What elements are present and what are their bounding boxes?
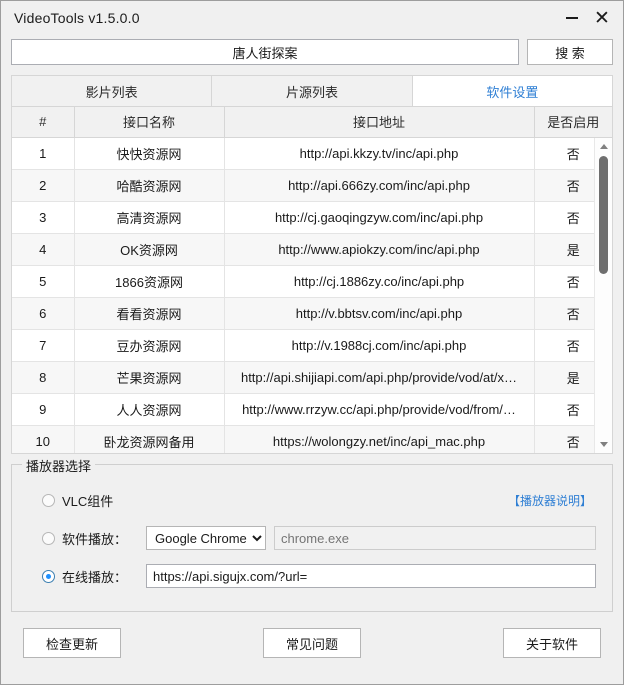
row-url: http://v.bbtsv.com/inc/api.php [224,297,535,330]
row-url: http://www.apiokzy.com/inc/api.php [224,233,535,266]
table-row[interactable]: 1 快快资源网 http://api.kkzy.tv/inc/api.php 否 [12,137,612,170]
faq-button[interactable]: 常见问题 [263,628,361,658]
row-name: 1866资源网 [74,265,225,298]
scrollbar-track[interactable] [595,155,612,436]
row-index: 9 [12,393,75,426]
row-url: http://cj.gaoqingzyw.com/inc/api.php [224,201,535,234]
table-row[interactable]: 4 OK资源网 http://www.apiokzy.com/inc/api.php… [12,233,612,266]
about-button[interactable]: 关于软件 [503,628,601,658]
title-bar: VideoTools v1.5.0.0 ✕ [1,1,623,35]
row-url: http://www.rrzyw.cc/api.php/provide/vod/… [224,393,535,426]
api-table: # 接口名称 接口地址 是否启用 1 快快资源网 http://api.kkzy.t… [11,107,613,454]
option-row-vlc: VLC组件 【播放器说明】 [26,481,598,519]
row-name: 看看资源网 [74,297,225,330]
table-row[interactable]: 6 看看资源网 http://v.bbtsv.com/inc/api.php 否 [12,297,612,330]
api-table-body: 1 快快资源网 http://api.kkzy.tv/inc/api.php 否 2 哈酷… [12,137,612,453]
row-url: https://wolongzy.net/inc/api_mac.php [224,425,535,453]
radio-software-player[interactable] [42,531,55,545]
row-url: http://cj.1886zy.co/inc/api.php [224,265,535,298]
player-help-link[interactable]: 【播放器说明】 [508,492,592,509]
api-table-header: # 接口名称 接口地址 是否启用 [12,107,612,138]
row-index: 5 [12,265,75,298]
tab-movie-list[interactable]: 影片列表 [12,76,213,106]
close-button[interactable]: ✕ [587,4,617,32]
radio-label-online-player[interactable]: 在线播放： [62,567,138,586]
row-url: http://api.kkzy.tv/inc/api.php [224,137,535,170]
table-row[interactable]: 2 哈酷资源网 http://api.666zy.com/inc/api.php 否 [12,169,612,202]
scroll-down-arrow-icon[interactable] [595,436,612,453]
scroll-up-arrow-icon[interactable] [595,138,612,155]
table-row[interactable]: 7 豆办资源网 http://v.1988cj.com/inc/api.php 否 [12,329,612,362]
minimize-icon [566,17,578,19]
minimize-button[interactable] [557,4,587,32]
row-index: 4 [12,233,75,266]
online-url-input[interactable] [146,564,596,588]
column-header-enabled[interactable]: 是否启用 [534,107,612,138]
radio-label-software-player[interactable]: 软件播放： [62,529,138,548]
row-url: http://v.1988cj.com/inc/api.php [224,329,535,362]
tab-settings[interactable]: 软件设置 [412,76,612,106]
row-url: http://api.shijiapi.com/api.php/provide/… [224,361,535,394]
option-row-software: 软件播放： Google Chrome [26,519,598,557]
scrollbar-thumb[interactable] [599,156,608,274]
row-name: 人人资源网 [74,393,225,426]
row-name: OK资源网 [74,233,225,266]
row-name: 快快资源网 [74,137,225,170]
api-table-rows: 1 快快资源网 http://api.kkzy.tv/inc/api.php 否 2 哈酷… [12,137,612,453]
row-index: 1 [12,137,75,170]
search-bar: 搜 索 [1,35,623,67]
search-button[interactable]: 搜 索 [527,39,613,65]
row-name: 哈酷资源网 [74,169,225,202]
window-controls: ✕ [557,1,617,35]
close-icon: ✕ [594,7,610,29]
radio-vlc[interactable] [42,493,55,507]
footer-buttons: 检查更新 常见问题 关于软件 [1,612,623,684]
exe-path-input[interactable] [274,526,596,550]
search-input[interactable] [11,39,519,65]
row-index: 6 [12,297,75,330]
row-name: 卧龙资源网备用 [74,425,225,453]
tab-source-list[interactable]: 片源列表 [212,76,413,106]
table-scrollbar[interactable] [594,138,612,453]
player-selection-legend: 播放器选择 [22,456,96,475]
row-index: 3 [12,201,75,234]
table-row[interactable]: 10 卧龙资源网备用 https://wolongzy.net/inc/api_ma… [12,425,612,453]
row-url: http://api.666zy.com/inc/api.php [224,169,535,202]
row-name: 芒果资源网 [74,361,225,394]
api-table-body-viewport: 1 快快资源网 http://api.kkzy.tv/inc/api.php 否 2 哈酷… [12,137,612,453]
row-index: 10 [12,425,75,453]
radio-online-player[interactable] [42,569,55,583]
radio-label-vlc[interactable]: VLC组件 [62,491,113,510]
column-header-url[interactable]: 接口地址 [224,107,535,138]
row-index: 2 [12,169,75,202]
table-row[interactable]: 3 高清资源网 http://cj.gaoqingzyw.com/inc/api.p… [12,201,612,234]
window-title: VideoTools v1.5.0.0 [14,10,140,26]
check-update-button[interactable]: 检查更新 [23,628,121,658]
column-header-index[interactable]: # [12,107,75,138]
row-index: 8 [12,361,75,394]
table-row[interactable]: 8 芒果资源网 http://api.shijiapi.com/api.php/pr… [12,361,612,394]
table-row[interactable]: 9 人人资源网 http://www.rrzyw.cc/api.php/provid… [12,393,612,426]
option-row-online: 在线播放： [26,557,598,595]
table-row[interactable]: 5 1866资源网 http://cj.1886zy.co/inc/api.php 否 [12,265,612,298]
row-name: 豆办资源网 [74,329,225,362]
player-selection-group: 播放器选择 VLC组件 【播放器说明】 软件播放： Google Chrome … [11,456,613,612]
row-index: 7 [12,329,75,362]
app-window: VideoTools v1.5.0.0 ✕ 搜 索 影片列表 片源列表 软件设置 [0,0,624,685]
table-header-row: # 接口名称 接口地址 是否启用 [12,107,612,138]
tab-bar: 影片列表 片源列表 软件设置 [11,75,613,107]
column-header-name[interactable]: 接口名称 [74,107,225,138]
software-player-select[interactable]: Google Chrome [146,526,266,550]
row-name: 高清资源网 [74,201,225,234]
